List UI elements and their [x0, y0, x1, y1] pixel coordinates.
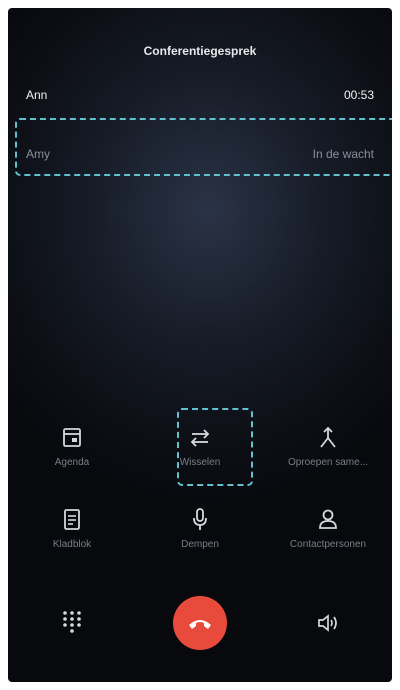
highlight-on-hold-call [15, 118, 392, 176]
mute-button[interactable]: Dempen [136, 505, 264, 550]
microphone-icon [193, 508, 207, 530]
call-screen: Conferentiegesprek Ann 00:53 Amy In de w… [8, 8, 392, 682]
call-row-active[interactable]: Ann 00:53 [26, 88, 374, 102]
contacts-icon [319, 509, 337, 529]
notepad-label: Kladblok [52, 539, 92, 550]
caller-name: Ann [26, 88, 48, 102]
end-call-button[interactable] [173, 596, 227, 650]
page-title: Conferentiegesprek [143, 44, 257, 58]
calendar-label: Agenda [54, 457, 90, 468]
notepad-button[interactable]: Kladblok [8, 505, 136, 550]
calendar-button[interactable]: Agenda [8, 423, 136, 468]
call-controls [8, 596, 392, 650]
contacts-label: Contactpersonen [289, 539, 367, 550]
call-timer: 00:53 [343, 88, 374, 102]
merge-calls-label: Oproepen same... [287, 457, 369, 468]
speaker-button[interactable] [264, 608, 392, 638]
contacts-button[interactable]: Contactpersonen [264, 505, 392, 550]
speaker-icon [318, 614, 337, 632]
end-call-icon [189, 620, 211, 629]
action-grid-row-2: Kladblok Dempen Contactpersonen [8, 505, 392, 550]
merge-calls-button[interactable]: Oproepen same... [264, 423, 392, 468]
dialpad-button[interactable] [8, 608, 136, 638]
mute-label: Dempen [181, 539, 219, 550]
merge-calls-icon [320, 426, 336, 448]
calendar-icon [63, 428, 81, 447]
notepad-icon [64, 509, 80, 530]
highlight-switch-button [177, 408, 253, 486]
dialpad-icon [63, 611, 81, 633]
